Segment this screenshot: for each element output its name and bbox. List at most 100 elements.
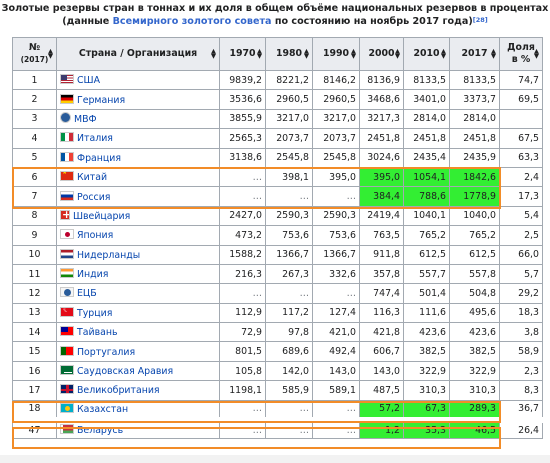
country-link[interactable]: Тайвань <box>77 327 118 338</box>
country-link[interactable]: Россия <box>77 192 110 203</box>
russia-flag-icon <box>60 190 74 201</box>
col-header-share[interactable]: Доля в % ▲ ▼ <box>499 37 543 71</box>
cell-rank: 16 <box>12 360 57 382</box>
cell-country: Беларусь <box>56 419 220 440</box>
country-link[interactable]: Италия <box>77 133 113 144</box>
col-header-2000[interactable]: 2000 ▲ ▼ <box>359 37 404 71</box>
cell-value: 495,6 <box>449 302 500 324</box>
country-link[interactable]: Индия <box>77 269 108 280</box>
cell-value: 421,0 <box>312 322 360 343</box>
country-link[interactable]: Турция <box>77 308 112 319</box>
country-link[interactable]: Португалия <box>77 347 135 358</box>
cell-value: 3401,0 <box>403 89 450 110</box>
col-header-rank[interactable]: № (2017) ▲ ▼ <box>12 37 57 71</box>
cell-value: … <box>312 283 360 304</box>
cell-value: … <box>312 419 360 440</box>
cell-country: Франция <box>56 147 220 168</box>
gold-reserves-table: № (2017) ▲ ▼ Страна / Организация ▲ ▼ 1970 ▲ ▼ … <box>12 37 543 440</box>
col-header-1990[interactable]: 1990 ▲ ▼ <box>312 37 360 71</box>
cell-value: 112,9 <box>219 302 266 324</box>
cell-value: 3536,6 <box>219 89 266 110</box>
cell-value: 72,9 <box>219 322 266 343</box>
cell-value: 8136,9 <box>359 69 404 91</box>
cell-value: 127,4 <box>312 302 360 324</box>
cell-value: … <box>219 186 266 207</box>
germany-flag-icon <box>60 93 74 104</box>
cell-share: 2,5 <box>499 225 543 246</box>
col-header-1970[interactable]: 1970 ▲ ▼ <box>219 37 266 71</box>
sort-arrows-icon[interactable]: ▲ ▼ <box>48 48 53 60</box>
cell-rank: 12 <box>12 283 57 304</box>
table-row: 1 США 9839,2 8221,2 8146,2 8136,9 8133,5 8133,5… <box>12 69 543 91</box>
sort-arrows-icon[interactable]: ▲ ▼ <box>304 48 309 60</box>
country-link[interactable]: Франция <box>77 153 121 164</box>
cell-value: 382,5 <box>403 341 450 362</box>
table-row: 18 Казахстан……… 57,2 67,3 289,3 36,7 <box>12 399 543 421</box>
cell-rank: 47 <box>12 419 57 440</box>
belarus-flag-icon <box>60 424 74 435</box>
page-bottom-strip <box>0 455 550 463</box>
table-row: 16 Саудовская Аравия 105,8 142,0 143,0 143,0 3… <box>12 360 543 382</box>
cell-value: 3217,0 <box>265 108 313 130</box>
cell-value: 3024,6 <box>359 147 404 168</box>
country-link[interactable]: Беларусь <box>77 425 123 436</box>
sort-arrows-icon[interactable]: ▲ ▼ <box>491 48 496 60</box>
cell-rank: 2 <box>12 89 57 110</box>
portugal-flag-icon <box>60 345 74 356</box>
cell-value: … <box>265 399 313 421</box>
cell-value: … <box>265 419 313 440</box>
cell-country: Казахстан <box>56 399 220 421</box>
table-row: 6Китай…398,1395,0395,01054,11842,62,4 <box>12 166 543 188</box>
cell-rank: 7 <box>12 186 57 207</box>
sort-arrows-icon[interactable]: ▲ ▼ <box>395 48 400 60</box>
cell-value: 911,8 <box>359 244 404 265</box>
cell-value: 801,5 <box>219 341 266 362</box>
country-link[interactable]: МВФ <box>74 114 97 125</box>
table-body: 1 США 9839,2 8221,2 8146,2 8136,9 8133,5 8133,5… <box>12 69 543 440</box>
sort-arrows-icon[interactable]: ▲ ▼ <box>534 48 539 60</box>
country-link[interactable]: ЕЦБ <box>77 288 97 299</box>
table-row: 4 Италия 2565,3 2073,7 2073,7 2451,8 2451,8 245… <box>12 128 543 149</box>
cell-value: 143,0 <box>359 360 404 382</box>
reference-link[interactable]: [28] <box>473 16 488 24</box>
cell-share: 67,5 <box>499 128 543 149</box>
country-link[interactable]: Саудовская Аравия <box>77 366 173 377</box>
sort-arrows-icon[interactable]: ▲ ▼ <box>441 48 446 60</box>
country-link[interactable]: США <box>77 75 100 86</box>
country-link[interactable]: Китай <box>77 172 107 183</box>
sort-arrows-icon[interactable]: ▲ ▼ <box>351 48 356 60</box>
sort-arrows-icon[interactable]: ▲ ▼ <box>257 48 262 60</box>
cell-rank: 1 <box>12 69 57 91</box>
country-link[interactable]: Япония <box>77 230 113 241</box>
country-link[interactable]: Нидерланды <box>77 250 140 261</box>
col-header-country[interactable]: Страна / Организация ▲ ▼ <box>56 37 220 71</box>
col-header-1980[interactable]: 1980 ▲ ▼ <box>265 37 313 71</box>
cell-rank: 9 <box>12 225 57 246</box>
cell-value: 395,0 <box>312 166 360 188</box>
country-link[interactable]: Германия <box>77 95 125 106</box>
cell-value: … <box>219 399 266 421</box>
table-row: 15 Португалия 801,5 689,6 492,4 606,7 382,5 382… <box>12 341 543 362</box>
sort-arrows-icon[interactable]: ▲ ▼ <box>211 48 216 60</box>
cell-value: 322,9 <box>449 360 500 382</box>
cell-country: Китай <box>56 166 220 188</box>
cell-country: Россия <box>56 186 220 207</box>
header-label: 1970 <box>229 48 256 59</box>
cell-value: 2427,0 <box>219 205 266 227</box>
world-gold-council-link[interactable]: Всемирного золотого совета <box>113 16 272 27</box>
cell-value: 2451,8 <box>359 128 404 149</box>
country-link[interactable]: Казахстан <box>77 404 128 415</box>
cell-share: 69,5 <box>499 89 543 110</box>
country-link[interactable]: Великобритания <box>77 385 160 396</box>
cell-country: США <box>56 69 220 91</box>
header-label: 1990 <box>322 48 350 59</box>
cell-share: 2,4 <box>499 166 543 188</box>
china-flag-icon <box>60 171 74 182</box>
col-header-2017[interactable]: 2017 ▲ ▼ <box>449 37 500 71</box>
cell-value: 689,6 <box>265 341 313 362</box>
cell-rank: 5 <box>12 147 57 168</box>
japan-flag-icon <box>60 229 74 240</box>
col-header-2010[interactable]: 2010 ▲ ▼ <box>403 37 450 71</box>
country-link[interactable]: Швейцария <box>73 211 130 222</box>
cell-value: 501,4 <box>403 283 450 304</box>
